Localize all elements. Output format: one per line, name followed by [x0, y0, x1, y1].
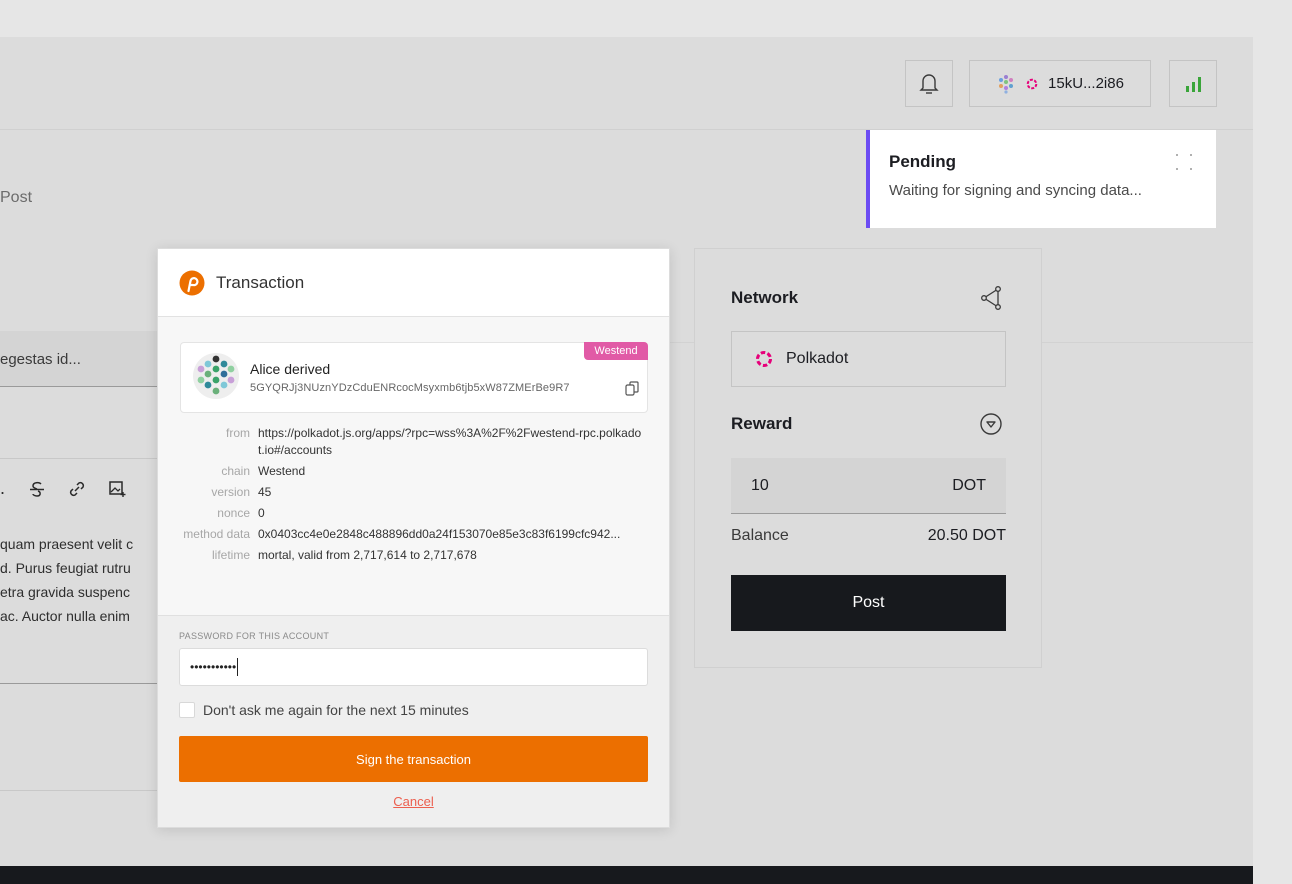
remember-checkbox[interactable]	[179, 702, 195, 718]
transaction-details: from https://polkadot.js.org/apps/?rpc=w…	[158, 425, 669, 568]
sign-transaction-button[interactable]: Sign the transaction	[179, 736, 648, 782]
account-address: 15kU...2i86	[1048, 75, 1124, 92]
detail-row-lifetime: lifetime mortal, valid from 2,717,614 to…	[158, 547, 669, 564]
image-add-icon[interactable]	[108, 480, 126, 498]
notifications-button[interactable]	[905, 60, 953, 107]
detail-row-chain: chain Westend	[158, 463, 669, 480]
page-title: Post	[0, 189, 33, 206]
detail-value: mortal, valid from 2,717,614 to 2,717,67…	[258, 548, 477, 562]
remember-option[interactable]: Don't ask me again for the next 15 minut…	[179, 702, 469, 718]
account-address: 5GYQRJj3NUznYDzCduENRcocMsyxmb6tjb5xW87Z…	[250, 382, 570, 394]
detail-value: 0	[258, 506, 265, 520]
transaction-popup: Transaction Westend Alice derived 5GYQRJ…	[157, 248, 670, 828]
detail-label: chain	[221, 464, 250, 478]
post-title-input[interactable]: egestas id...	[0, 331, 160, 387]
detail-label: lifetime	[211, 548, 250, 562]
reward-info-icon[interactable]	[979, 412, 1003, 436]
bell-icon	[919, 73, 939, 94]
reward-amount: 10	[751, 476, 769, 494]
password-input[interactable]: •••••••••••	[179, 648, 648, 686]
detail-value: Westend	[258, 464, 306, 478]
post-button[interactable]: Post	[731, 575, 1006, 631]
account-identicon-icon	[193, 353, 239, 399]
body-line: d. Purus feugiat rutru	[0, 560, 131, 576]
network-select[interactable]: Polkadot	[731, 331, 1006, 387]
editor-card-border	[0, 790, 160, 791]
account-name: Alice derived	[250, 361, 331, 377]
share-icon[interactable]	[978, 285, 1004, 311]
polkadot-extension-logo-icon	[179, 270, 205, 295]
detail-value: https://polkadot.js.org/apps/?rpc=wss%3A…	[258, 426, 642, 457]
detail-row-from: from https://polkadot.js.org/apps/?rpc=w…	[158, 425, 669, 459]
editor-toolbar: .	[0, 458, 160, 518]
avatar-identicon-icon	[999, 74, 1014, 94]
network-value: Polkadot	[786, 350, 849, 367]
signer-account-card: Westend Alice derived 5GYQRJj3NUznYDzCdu…	[180, 342, 648, 413]
polkadot-logo-icon	[1026, 78, 1038, 89]
popup-header: Transaction	[158, 249, 669, 317]
detail-label: method data	[183, 527, 250, 541]
detail-row-method-data: method data 0x0403cc4e0e2848c488896dd0a2…	[158, 526, 669, 543]
reward-amount-input[interactable]: 10 DOT	[731, 458, 1006, 514]
signal-bars-icon	[1186, 76, 1201, 92]
balance-row: Balance 20.50 DOT	[731, 527, 1006, 545]
post-body-editor[interactable]: quam praesent velit c d. Purus feugiat r…	[0, 518, 160, 684]
drag-handle-icon[interactable]	[1174, 152, 1194, 172]
detail-row-version: version 45	[158, 484, 669, 501]
copy-icon[interactable]	[625, 381, 639, 396]
balance-value: 20.50 DOT	[927, 527, 1006, 544]
popup-title: Transaction	[216, 272, 305, 292]
pending-notification: Pending Waiting for signing and syncing …	[866, 130, 1216, 228]
strikethrough-icon[interactable]	[28, 480, 46, 498]
dot-icon[interactable]: .	[0, 478, 6, 499]
detail-value: 45	[258, 485, 272, 499]
balance-label: Balance	[731, 527, 789, 544]
account-button[interactable]: 15kU...2i86	[969, 60, 1151, 107]
detail-label: version	[211, 485, 250, 499]
remember-label: Don't ask me again for the next 15 minut…	[203, 702, 469, 718]
network-badge: Westend	[584, 342, 648, 360]
reward-label: Reward	[731, 414, 793, 433]
detail-label: nonce	[217, 506, 250, 520]
password-mask: •••••••••••	[190, 660, 237, 674]
network-status-button[interactable]	[1169, 60, 1217, 107]
body-line: ac. Auctor nulla enim	[0, 608, 130, 624]
cancel-link[interactable]: Cancel	[158, 794, 669, 809]
body-line: etra gravida suspenc	[0, 584, 130, 600]
detail-value: 0x0403cc4e0e2848c488896dd0a24f153070e85e…	[258, 527, 621, 541]
notification-title: Pending	[889, 152, 957, 171]
body-line: quam praesent velit c	[0, 536, 134, 552]
text-caret	[237, 658, 239, 676]
detail-row-nonce: nonce 0	[158, 505, 669, 522]
page-footer	[0, 866, 1253, 884]
network-label: Network	[731, 288, 799, 307]
password-section: PASSWORD FOR THIS ACCOUNT ••••••••••• Do…	[158, 615, 669, 827]
detail-label: from	[226, 426, 250, 440]
polkadot-logo-icon	[756, 351, 772, 367]
notification-text: Waiting for signing and syncing data...	[889, 182, 1142, 199]
link-icon[interactable]	[68, 480, 86, 498]
password-label: PASSWORD FOR THIS ACCOUNT	[179, 631, 330, 641]
reward-unit: DOT	[952, 476, 986, 494]
